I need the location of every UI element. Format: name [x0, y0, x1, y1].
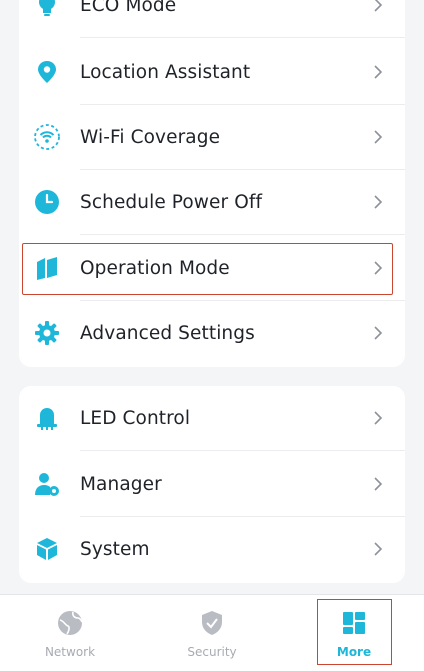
globe-icon	[58, 611, 83, 635]
menu-item-advanced-settings[interactable]: Advanced Settings	[19, 301, 405, 366]
menu-item-label: Location Assistant	[80, 62, 251, 83]
chevron-right-icon	[374, 65, 383, 79]
tab-network[interactable]: Network	[20, 595, 120, 671]
tab-more[interactable]: More	[304, 595, 404, 671]
shield-icon	[202, 611, 222, 635]
gear-icon	[33, 319, 61, 347]
menu-item-system[interactable]: System	[19, 517, 405, 582]
divider	[80, 450, 405, 451]
wifi-coverage-icon	[33, 123, 61, 151]
chevron-right-icon	[374, 261, 383, 275]
chevron-right-icon	[374, 130, 383, 144]
menu-item-operation-mode[interactable]: Operation Mode	[19, 236, 405, 301]
menu-item-label: Manager	[80, 474, 162, 495]
divider	[80, 37, 405, 38]
menu-item-label: LED Control	[80, 408, 191, 429]
menu-item-label: ECO Mode	[80, 0, 177, 16]
menu-item-label: System	[80, 539, 150, 560]
grid-icon	[343, 612, 365, 634]
bottom-tab-bar: Network Security More	[0, 594, 424, 671]
chevron-right-icon	[374, 477, 383, 491]
clock-icon	[33, 188, 61, 216]
chevron-right-icon	[374, 0, 383, 12]
menu-item-label: Schedule Power Off	[80, 192, 263, 213]
operation-mode-icon	[33, 254, 61, 282]
menu-item-location-assistant[interactable]: Location Assistant	[19, 40, 405, 105]
settings-card-primary: ECO Mode Location Assistant Wi-Fi Covera…	[19, 0, 405, 367]
tab-label: More	[336, 645, 372, 659]
chevron-right-icon	[374, 542, 383, 556]
menu-item-schedule-power-off[interactable]: Schedule Power Off	[19, 170, 405, 235]
tab-security[interactable]: Security	[162, 595, 262, 671]
menu-item-eco-mode[interactable]: ECO Mode	[19, 0, 405, 38]
settings-card-secondary: LED Control Manager System	[19, 386, 405, 583]
cube-icon	[33, 535, 61, 563]
menu-item-label: Advanced Settings	[80, 323, 255, 344]
menu-item-wifi-coverage[interactable]: Wi-Fi Coverage	[19, 105, 405, 170]
user-gear-icon	[33, 470, 61, 498]
divider	[80, 234, 405, 235]
tab-label: Security	[187, 645, 237, 659]
bulb-icon	[33, 0, 61, 19]
bell-icon	[33, 404, 61, 432]
tab-label: Network	[44, 645, 96, 659]
chevron-right-icon	[374, 411, 383, 425]
chevron-right-icon	[374, 326, 383, 340]
location-pin-icon	[33, 58, 61, 86]
chevron-right-icon	[374, 195, 383, 209]
menu-item-label: Operation Mode	[80, 258, 230, 279]
menu-item-manager[interactable]: Manager	[19, 452, 405, 517]
menu-item-label: Wi-Fi Coverage	[80, 127, 221, 148]
menu-item-led-control[interactable]: LED Control	[19, 386, 405, 451]
